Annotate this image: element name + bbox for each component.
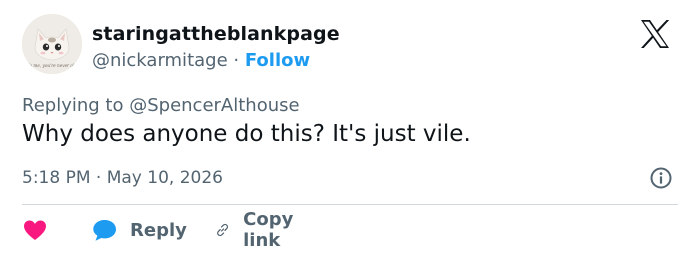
reply-bubble-icon	[93, 220, 116, 241]
timestamp-separator: ·	[95, 168, 102, 188]
cat-avatar-image: To me, you're never old	[22, 14, 82, 74]
heart-icon	[24, 220, 46, 240]
link-icon	[217, 223, 229, 237]
x-logo-icon[interactable]	[640, 20, 670, 48]
replying-to-handle[interactable]: @SpencerAlthouse	[129, 95, 299, 116]
info-icon[interactable]	[649, 166, 673, 190]
tweet-date: May 10, 2026	[106, 168, 223, 188]
reply-button[interactable]: Reply	[92, 215, 187, 245]
handle-separator: ·	[233, 50, 240, 71]
avatar[interactable]: To me, you're never old	[22, 14, 82, 74]
tweet-timestamp[interactable]: 5:18 PM · May 10, 2026	[22, 168, 223, 188]
like-button[interactable]	[22, 215, 48, 245]
tweet-text: Why does anyone do this? It's just vile.	[22, 121, 471, 147]
author-handle[interactable]: @nickarmitage	[92, 50, 228, 71]
author-display-name[interactable]: staringattheblankpage	[92, 23, 340, 45]
tweet-time: 5:18 PM	[22, 168, 91, 188]
author-handle-line: @nickarmitage · Follow	[92, 50, 310, 71]
avatar-caption: To me, you're never old	[27, 63, 77, 68]
replying-to-prefix: Replying to	[22, 95, 124, 116]
copy-link-button[interactable]: Copy link	[215, 209, 302, 251]
copy-link-label: Copy link	[243, 209, 294, 251]
reply-label: Reply	[130, 219, 187, 241]
replying-to: Replying to @SpencerAlthouse	[22, 95, 300, 116]
divider	[22, 204, 678, 205]
follow-button[interactable]: Follow	[245, 50, 310, 71]
